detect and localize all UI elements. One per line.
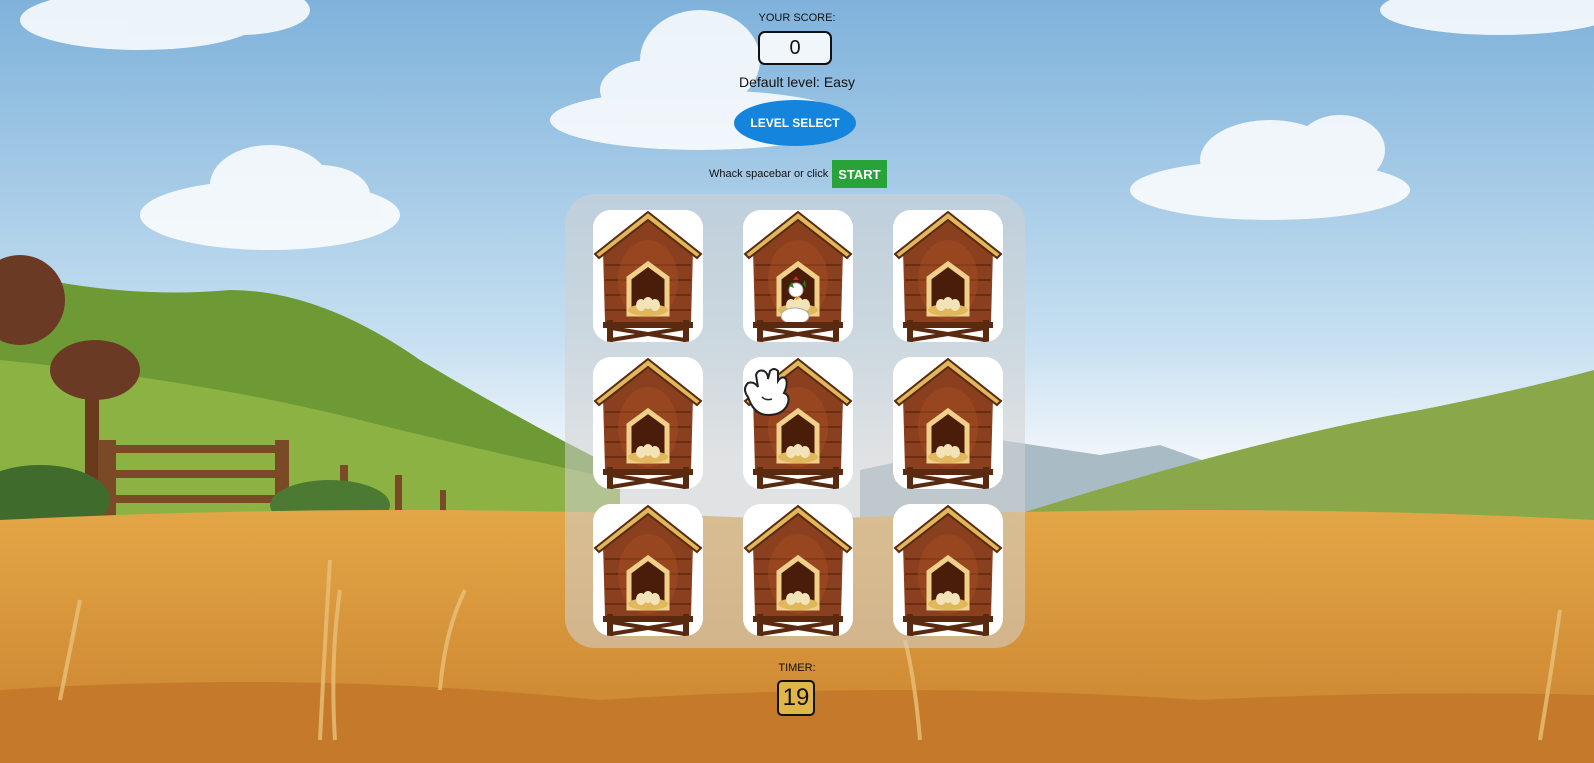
coop-hole[interactable] (743, 504, 853, 636)
coop-icon (893, 357, 1003, 489)
coop-hole[interactable] (593, 357, 703, 489)
coop-hole[interactable] (893, 504, 1003, 636)
coop-icon (593, 504, 703, 636)
coop-icon (743, 504, 853, 636)
coop-icon (593, 357, 703, 489)
coop-hole[interactable] (893, 357, 1003, 489)
coop-icon (593, 210, 703, 342)
coop-hole[interactable] (593, 504, 703, 636)
level-text: Default level: Easy (739, 74, 855, 90)
start-row: Whack spacebar or click START (709, 160, 887, 188)
glove-hand-icon (744, 368, 790, 417)
score-label: YOUR SCORE: (758, 12, 836, 24)
timer-display: 19 (777, 680, 815, 716)
coop-hole[interactable] (893, 210, 1003, 342)
coop-icon (893, 504, 1003, 636)
level-select-button[interactable]: LEVEL SELECT (734, 100, 856, 146)
start-hint: Whack spacebar or click (709, 168, 829, 180)
chicken-coop-icon (743, 210, 853, 342)
timer-label: TIMER: (778, 662, 816, 674)
coop-icon (893, 210, 1003, 342)
coop-hole-with-chicken[interactable] (743, 210, 853, 342)
coop-hole[interactable] (593, 210, 703, 342)
start-button[interactable]: START (832, 160, 887, 188)
score-display: 0 (758, 31, 832, 65)
